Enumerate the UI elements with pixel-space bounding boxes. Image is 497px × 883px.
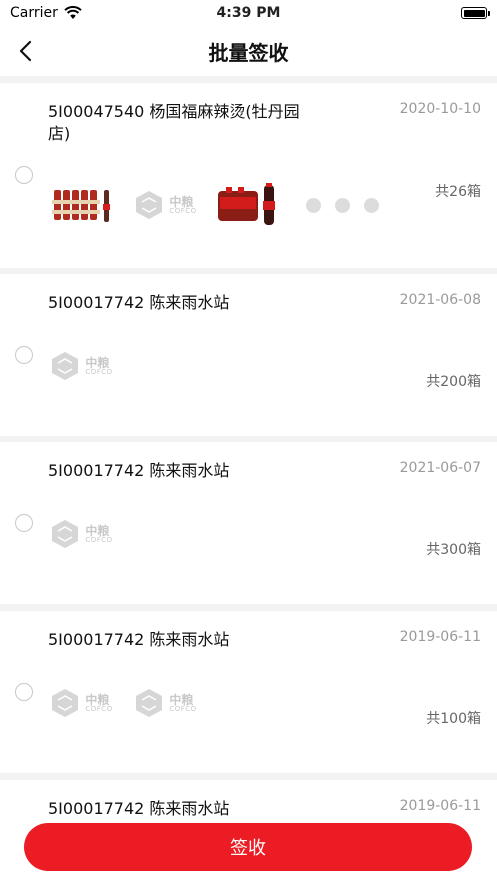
- order-date: 2020-10-10: [399, 101, 481, 117]
- order-title: 5I00047540 杨国福麻辣烫(牡丹园店): [48, 102, 300, 143]
- order-title: 5I00017742 陈来雨水站: [48, 799, 230, 818]
- order-card[interactable]: 5I00017742 陈来雨水站 2021-06-08 中粮 COFCO 共200…: [0, 274, 497, 436]
- order-count: 共300箱: [426, 542, 481, 558]
- cofco-hexagon-icon: [136, 191, 163, 219]
- order-date: 2019-06-11: [399, 629, 481, 645]
- product-thumbs: 中粮 COFCO: [48, 344, 114, 388]
- product-thumbs: 中粮 COFCO: [48, 512, 114, 556]
- cofco-hexagon-icon: [136, 689, 163, 717]
- nav-bar: 批量签收: [0, 26, 497, 76]
- order-title: 5I00017742 陈来雨水站: [48, 293, 230, 312]
- back-button[interactable]: [12, 38, 38, 64]
- product-thumbs: 中粮 COFCO 中粮 COFCO: [48, 681, 198, 725]
- status-left: Carrier: [10, 5, 82, 21]
- more-dot: [306, 197, 321, 213]
- select-radio[interactable]: [15, 514, 33, 532]
- chevron-left-icon: [19, 40, 32, 62]
- page-title: 批量签收: [208, 40, 289, 65]
- wifi-icon: [64, 6, 82, 19]
- more-indicator: [306, 197, 379, 213]
- order-count: 共200箱: [426, 374, 481, 390]
- order-title: 5I00017742 陈来雨水站: [48, 630, 230, 649]
- product-thumbs: 中粮 COFCO: [48, 183, 379, 227]
- order-count: 共26箱: [435, 184, 481, 200]
- order-title: 5I00017742 陈来雨水站: [48, 461, 230, 480]
- cofco-logo: 中粮 COFCO: [48, 344, 114, 388]
- battery-icon: [461, 7, 490, 19]
- order-count: 共100箱: [426, 711, 481, 727]
- order-card[interactable]: 5I00017742 陈来雨水站 2021-06-07 中粮 COFCO 共300…: [0, 442, 497, 604]
- more-dot: [335, 197, 350, 213]
- order-card[interactable]: 5I00047540 杨国福麻辣烫(牡丹园店) 2020-10-10 中粮 CO…: [0, 83, 497, 268]
- order-date: 2019-06-11: [399, 798, 481, 814]
- more-dot: [364, 197, 379, 213]
- carrier-label: Carrier: [10, 5, 58, 21]
- cofco-logo: 中粮 COFCO: [48, 512, 114, 556]
- coke-crate-thumb: [48, 183, 114, 227]
- select-radio[interactable]: [15, 683, 33, 701]
- sign-button[interactable]: 签收: [24, 823, 472, 871]
- status-bar: Carrier 4:39 PM: [0, 0, 497, 26]
- coke-pack-thumb: [216, 183, 282, 227]
- order-date: 2021-06-07: [399, 460, 481, 476]
- cofco-logo: 中粮 COFCO: [48, 681, 114, 725]
- select-radio[interactable]: [15, 346, 33, 364]
- select-radio[interactable]: [15, 166, 33, 184]
- cofco-logo: 中粮 COFCO: [132, 681, 198, 725]
- cofco-logo: 中粮 COFCO: [132, 183, 198, 227]
- cofco-hexagon-icon: [52, 520, 79, 548]
- clock: 4:39 PM: [216, 5, 281, 21]
- order-date: 2021-06-08: [399, 292, 481, 308]
- order-card[interactable]: 5I00017742 陈来雨水站 2019-06-11 中粮 COFCO 中粮 CO…: [0, 611, 497, 773]
- cofco-hexagon-icon: [52, 689, 79, 717]
- cofco-hexagon-icon: [52, 352, 79, 380]
